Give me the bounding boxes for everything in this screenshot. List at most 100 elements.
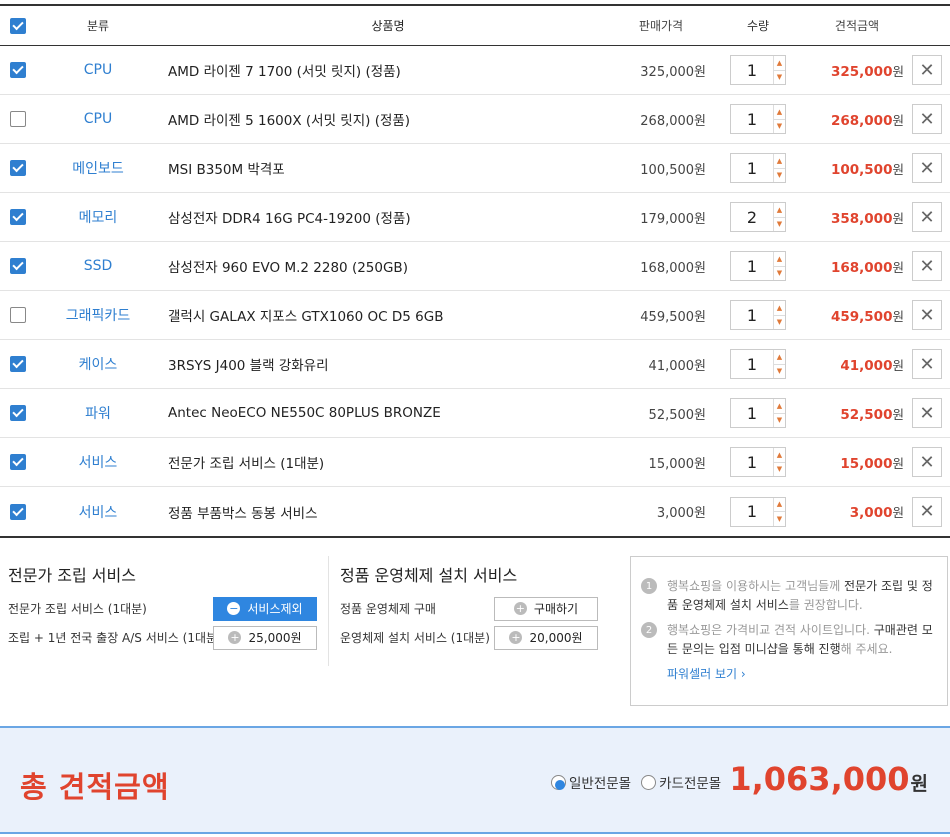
item-checkbox[interactable]	[10, 307, 26, 323]
quantity-stepper[interactable]: 1 ▲ ▼	[730, 55, 786, 85]
close-icon: ✕	[919, 451, 935, 473]
chevron-down-icon[interactable]: ▼	[774, 167, 785, 183]
item-checkbox[interactable]	[10, 405, 26, 421]
quantity-stepper[interactable]: 1 ▲ ▼	[730, 349, 786, 379]
notice-item-1: 1 행복쇼핑을 이용하시는 고객님들께 전문가 조립 및 정품 운영체제 설치 …	[641, 577, 935, 615]
item-checkbox[interactable]	[10, 209, 26, 225]
quantity-value[interactable]: 1	[731, 56, 773, 84]
add-as-service-button[interactable]: + 25,000원	[213, 625, 317, 650]
close-icon: ✕	[919, 304, 935, 326]
item-category[interactable]: CPU	[36, 111, 160, 127]
chevron-down-icon[interactable]: ▼	[774, 69, 785, 85]
item-category[interactable]: 서비스	[36, 502, 160, 522]
item-checkbox[interactable]	[10, 160, 26, 176]
chevron-down-icon[interactable]: ▼	[774, 265, 785, 281]
item-checkbox[interactable]	[10, 258, 26, 274]
remove-item-button[interactable]: ✕	[912, 251, 942, 281]
item-category[interactable]: SSD	[36, 258, 160, 274]
quantity-value[interactable]: 1	[731, 350, 773, 378]
close-icon: ✕	[919, 108, 935, 130]
chevron-down-icon[interactable]: ▼	[774, 511, 785, 526]
item-category[interactable]: 케이스	[36, 354, 160, 374]
item-category[interactable]: CPU	[36, 62, 160, 78]
item-checkbox[interactable]	[10, 503, 26, 520]
chevron-up-icon[interactable]: ▲	[774, 448, 785, 462]
remove-item-button[interactable]: ✕	[912, 104, 942, 134]
chevron-up-icon[interactable]: ▲	[774, 56, 785, 70]
item-price: 15,000원	[648, 456, 706, 472]
table-row: 서비스 정품 부품박스 동봉 서비스 3,000원 1 ▲ ▼ 3,000원 ✕	[0, 487, 950, 536]
item-checkbox[interactable]	[10, 454, 26, 470]
power-seller-link[interactable]: 파워셀러 보기 ›	[641, 665, 935, 684]
remove-item-button[interactable]: ✕	[912, 349, 942, 379]
item-category[interactable]: 메인보드	[36, 158, 160, 178]
remove-item-button[interactable]: ✕	[912, 55, 942, 85]
item-category[interactable]: 그래픽카드	[36, 305, 160, 325]
item-category[interactable]: 메모리	[36, 207, 160, 227]
chevron-up-icon[interactable]: ▲	[774, 350, 785, 364]
item-name: MSI B350M 박격포	[168, 162, 285, 178]
table-row: 서비스 전문가 조립 서비스 (1대분) 15,000원 1 ▲ ▼ 15,000원 ✕	[0, 438, 950, 487]
quantity-value[interactable]: 1	[731, 498, 773, 526]
item-name: AMD 라이젠 5 1600X (서밋 릿지) (정품)	[168, 113, 411, 129]
quantity-value[interactable]: 1	[731, 252, 773, 280]
assembly-row1-label: 전문가 조립 서비스 (1대분)	[8, 602, 147, 616]
quantity-value[interactable]: 1	[731, 154, 773, 182]
exclude-service-button[interactable]: − 서비스제외	[213, 596, 317, 621]
os-service-title: 정품 운영체제 설치 서비스	[340, 566, 518, 585]
chevron-down-icon[interactable]: ▼	[774, 412, 785, 428]
quantity-value[interactable]: 1	[731, 105, 773, 133]
chevron-up-icon[interactable]: ▲	[774, 498, 785, 512]
quantity-value[interactable]: 1	[731, 448, 773, 476]
item-price: 168,000원	[640, 260, 706, 276]
remove-item-button[interactable]: ✕	[912, 202, 942, 232]
assembly-service-title: 전문가 조립 서비스	[8, 566, 136, 585]
chevron-up-icon[interactable]: ▲	[774, 105, 785, 119]
remove-item-button[interactable]: ✕	[912, 300, 942, 330]
header-total: 견적금액	[834, 19, 880, 33]
remove-item-button[interactable]: ✕	[912, 398, 942, 428]
quantity-value[interactable]: 1	[731, 399, 773, 427]
item-checkbox[interactable]	[10, 111, 26, 127]
chevron-down-icon[interactable]: ▼	[774, 461, 785, 477]
chevron-down-icon[interactable]: ▼	[774, 363, 785, 379]
card-mall-radio[interactable]	[641, 774, 657, 790]
general-mall-label[interactable]: 일반전문몰	[569, 772, 631, 792]
item-price: 459,500원	[640, 309, 706, 325]
chevron-up-icon[interactable]: ▲	[774, 252, 785, 266]
item-price: 3,000원	[656, 506, 706, 521]
quantity-stepper[interactable]: 1 ▲ ▼	[730, 153, 786, 183]
os-service-panel: 정품 운영체제 설치 서비스 정품 운영체제 구매 + 구매하기 운영체제 설치…	[340, 562, 598, 654]
chevron-up-icon[interactable]: ▲	[774, 154, 785, 168]
quantity-stepper[interactable]: 2 ▲ ▼	[730, 202, 786, 232]
quantity-value[interactable]: 1	[731, 301, 773, 329]
quantity-stepper[interactable]: 1 ▲ ▼	[730, 398, 786, 428]
quantity-stepper[interactable]: 1 ▲ ▼	[730, 251, 786, 281]
chevron-down-icon[interactable]: ▼	[774, 314, 785, 330]
item-total: 268,000	[830, 112, 893, 129]
chevron-up-icon[interactable]: ▲	[774, 399, 785, 413]
card-mall-label[interactable]: 카드전문몰	[659, 772, 721, 792]
quantity-stepper[interactable]: 1 ▲ ▼	[730, 447, 786, 477]
quantity-stepper[interactable]: 1 ▲ ▼	[730, 300, 786, 330]
item-checkbox[interactable]	[10, 356, 26, 372]
quantity-value[interactable]: 2	[731, 203, 773, 231]
buy-os-button[interactable]: + 구매하기	[494, 596, 598, 621]
select-all-checkbox[interactable]	[10, 17, 26, 34]
close-icon: ✕	[919, 206, 935, 228]
item-category[interactable]: 서비스	[36, 452, 160, 472]
item-category[interactable]: 파워	[36, 403, 160, 423]
remove-item-button[interactable]: ✕	[912, 447, 942, 477]
add-os-install-button[interactable]: + 20,000원	[494, 625, 598, 650]
service-divider	[328, 556, 329, 666]
chevron-down-icon[interactable]: ▼	[774, 118, 785, 134]
remove-item-button[interactable]: ✕	[912, 496, 942, 527]
quantity-stepper[interactable]: 1 ▲ ▼	[730, 496, 786, 527]
chevron-up-icon[interactable]: ▲	[774, 203, 785, 217]
remove-item-button[interactable]: ✕	[912, 153, 942, 183]
chevron-up-icon[interactable]: ▲	[774, 301, 785, 315]
general-mall-radio[interactable]	[551, 774, 566, 790]
quantity-stepper[interactable]: 1 ▲ ▼	[730, 104, 786, 134]
item-checkbox[interactable]	[10, 62, 26, 78]
chevron-down-icon[interactable]: ▼	[774, 216, 785, 232]
